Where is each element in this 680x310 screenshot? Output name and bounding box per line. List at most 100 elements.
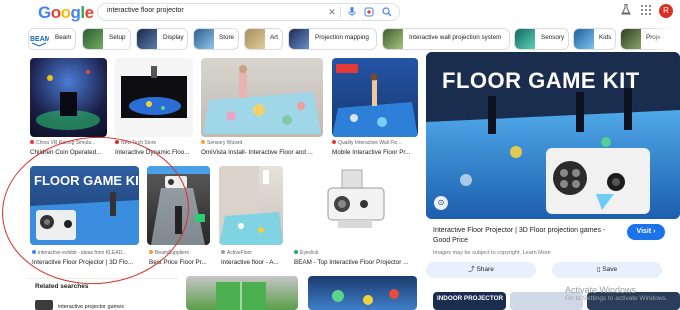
account-avatar[interactable]: R [659, 4, 673, 18]
lens-search-icon[interactable]: ⊙ [434, 196, 448, 210]
chip-thumbnail [194, 29, 214, 49]
result-image[interactable] [219, 166, 283, 245]
copyright-note: Images may be subject to copyright. Lear… [433, 250, 551, 256]
chip-label: Beam [55, 34, 72, 41]
visit-label: Visit [636, 228, 652, 235]
apps-grid-icon[interactable] [641, 5, 651, 15]
image-result[interactable]: ActiveFloor Interactive floor - A... [219, 166, 283, 268]
image-result[interactable]: China VR Racing Simula... Children Coin … [30, 58, 107, 158]
related-search-item[interactable]: interactive projector games [58, 304, 124, 310]
header: Google interactive floor projector ✕ R [0, 0, 680, 26]
bookmark-icon: ▯ [596, 266, 601, 273]
labs-flask-icon[interactable] [621, 4, 631, 18]
result-image[interactable] [30, 58, 107, 137]
result-title[interactable]: Best Price Floor Pr... [149, 259, 210, 266]
chip-thumbnail: BEAM [29, 29, 51, 49]
result-image[interactable] [201, 58, 323, 137]
result-title[interactable]: BEAM - Top Interactive Floor Projector .… [294, 259, 417, 266]
save-button[interactable]: ▯ Save [552, 262, 662, 278]
favicon-icon [201, 140, 205, 144]
result-source: interactive exhibit - ideas from KLEAD..… [32, 250, 126, 256]
preview-image-text: FLOOR GAME KIT [442, 68, 640, 93]
microphone-icon[interactable] [346, 6, 358, 18]
result-title[interactable]: Interactive floor - A... [221, 259, 283, 266]
result-source: Quality Interactive Wall Flo... [332, 140, 401, 146]
source-text: China VR Racing Simula... [36, 140, 96, 146]
search-box[interactable]: interactive floor projector ✕ [97, 3, 400, 21]
result-image[interactable] [332, 58, 418, 137]
image-result[interactable]: FLOOR GAME KIT interactive exhibit - ide… [30, 166, 139, 268]
search-input[interactable]: interactive floor projector [107, 7, 184, 14]
result-image[interactable]: FLOOR GAME KIT [30, 166, 139, 245]
chip-beam[interactable]: BEAM Beam [28, 28, 76, 50]
result-title[interactable]: Interactive Dynamic Floo... [115, 149, 193, 156]
filter-chips: BEAM Beam Setup Display Store Art Projec… [28, 28, 680, 50]
favicon-icon [294, 250, 298, 254]
chip-label: Kids [599, 34, 612, 41]
result-image[interactable] [308, 276, 417, 310]
result-source: China VR Racing Simula... [30, 140, 95, 146]
activate-windows-subtext: Go to Settings to activate Windows. [565, 295, 668, 302]
image-result[interactable]: Sensory Wizard OmiVista Install- Interac… [201, 58, 323, 158]
chip-thumbnail [245, 29, 265, 49]
search-icon[interactable] [381, 6, 393, 18]
result-image[interactable] [186, 276, 298, 310]
result-image[interactable] [147, 166, 210, 245]
result-source: New Tech Store [115, 140, 156, 146]
chip-setup[interactable]: Setup [82, 28, 131, 50]
chip-thumbnail [137, 29, 157, 49]
chip-thumbnail [383, 29, 403, 49]
related-thumbnail[interactable]: INDOOR PROJECTOR [433, 292, 506, 310]
source-text: New Tech Store [121, 140, 157, 146]
result-image[interactable] [115, 58, 193, 137]
result-source: Sensory Wizard [201, 140, 242, 146]
image-result[interactable]: BeamSuppliers Best Price Floor Pr... [147, 166, 210, 268]
source-text: Quality Interactive Wall Flo... [338, 140, 402, 146]
chip-label: Projection mapping [315, 34, 369, 41]
activate-windows-watermark: Activate Windows [565, 285, 637, 295]
result-title[interactable]: Children Coin Operated... [30, 149, 107, 156]
chip-label: Art [270, 34, 279, 41]
chip-thumbnail [83, 29, 103, 49]
thumb-caption: INDOOR PROJECTOR [437, 295, 504, 302]
chip-projection-mapping[interactable]: Projection mapping [288, 28, 377, 50]
google-logo[interactable]: Google [38, 3, 94, 23]
lens-icon[interactable] [363, 6, 375, 18]
svg-text:BEAM: BEAM [30, 36, 49, 43]
share-button[interactable]: ⤴ Share [426, 262, 536, 278]
result-image[interactable] [292, 166, 417, 245]
image-result[interactable]: Quality Interactive Wall Flo... Mobile I… [332, 58, 418, 158]
source-text: Eyeclick [300, 250, 319, 256]
source-text: BeamSuppliers [155, 250, 189, 256]
chip-kids[interactable]: Kids [573, 28, 616, 50]
chip-interactive-wall-projection-system[interactable]: Interactive wall projection system [382, 28, 510, 50]
result-title[interactable]: Interactive Floor Projector | 3D Flo... [32, 259, 139, 266]
image-result[interactable]: Eyeclick BEAM - Top Interactive Floor Pr… [292, 166, 417, 268]
chip-thumbnail [289, 29, 309, 49]
favicon-icon [149, 250, 153, 254]
favicon-icon [32, 250, 36, 254]
chip-sensory[interactable]: Sensory [514, 28, 569, 50]
chip-display[interactable]: Display [136, 28, 188, 50]
image-result[interactable] [186, 276, 298, 310]
result-source: BeamSuppliers [149, 250, 189, 256]
chip-art[interactable]: Art [244, 28, 283, 50]
preview-image[interactable]: FLOOR GAME KIT ⊙ [426, 52, 680, 219]
preview-title[interactable]: Interactive Floor Projector | 3D Floor p… [433, 226, 623, 246]
chips-fade [650, 28, 680, 50]
related-thumbnail[interactable] [35, 300, 53, 310]
favicon-icon [221, 250, 225, 254]
chip-store[interactable]: Store [193, 28, 239, 50]
source-text: Sensory Wizard [207, 140, 243, 146]
visit-button[interactable]: Visit › [627, 224, 665, 240]
result-title[interactable]: OmiVista Install- Interactive Floor and … [201, 149, 323, 156]
share-icon: ⤴ [468, 266, 475, 273]
favicon-icon [332, 140, 336, 144]
image-result[interactable] [308, 276, 417, 310]
image-result[interactable]: New Tech Store Interactive Dynamic Floo.… [115, 58, 193, 158]
save-label: Save [602, 266, 618, 273]
clear-icon[interactable]: ✕ [326, 6, 338, 18]
related-divider [28, 278, 178, 279]
result-title[interactable]: Mobile Interactive Floor Pr... [332, 149, 418, 156]
favicon-icon [30, 140, 34, 144]
